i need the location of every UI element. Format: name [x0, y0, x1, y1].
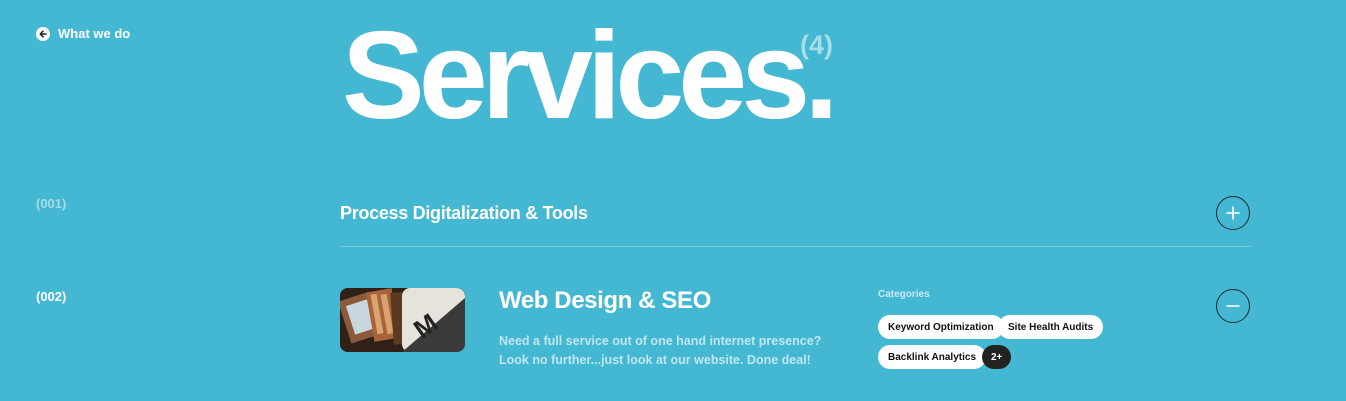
service-thumbnail: M — [340, 288, 465, 352]
service-description: Need a full service out of one hand inte… — [499, 334, 822, 367]
back-link-what-we-do[interactable]: What we do — [36, 26, 130, 41]
arrow-left-icon — [36, 26, 50, 41]
category-chip[interactable]: Backlink Analytics — [878, 345, 987, 369]
page-title: Services. — [342, 7, 839, 145]
expand-button[interactable] — [1216, 196, 1250, 230]
collapse-button[interactable] — [1216, 289, 1250, 323]
service-title[interactable]: Process Digitalization & Tools — [340, 203, 588, 224]
minus-icon — [1226, 305, 1240, 307]
service-title[interactable]: Web Design & SEO — [499, 287, 711, 315]
more-categories-chip[interactable]: 2+ — [982, 345, 1012, 369]
plus-icon — [1226, 206, 1240, 220]
divider — [340, 246, 1251, 247]
service-number: (002) — [36, 289, 67, 304]
category-chip[interactable]: Keyword Optimization — [878, 315, 1004, 339]
service-number: (001) — [36, 196, 67, 211]
back-link-label: What we do — [58, 26, 131, 41]
services-count: (4) — [800, 30, 833, 60]
categories-label: Categories — [878, 289, 930, 300]
category-chip[interactable]: Site Health Audits — [998, 315, 1104, 339]
